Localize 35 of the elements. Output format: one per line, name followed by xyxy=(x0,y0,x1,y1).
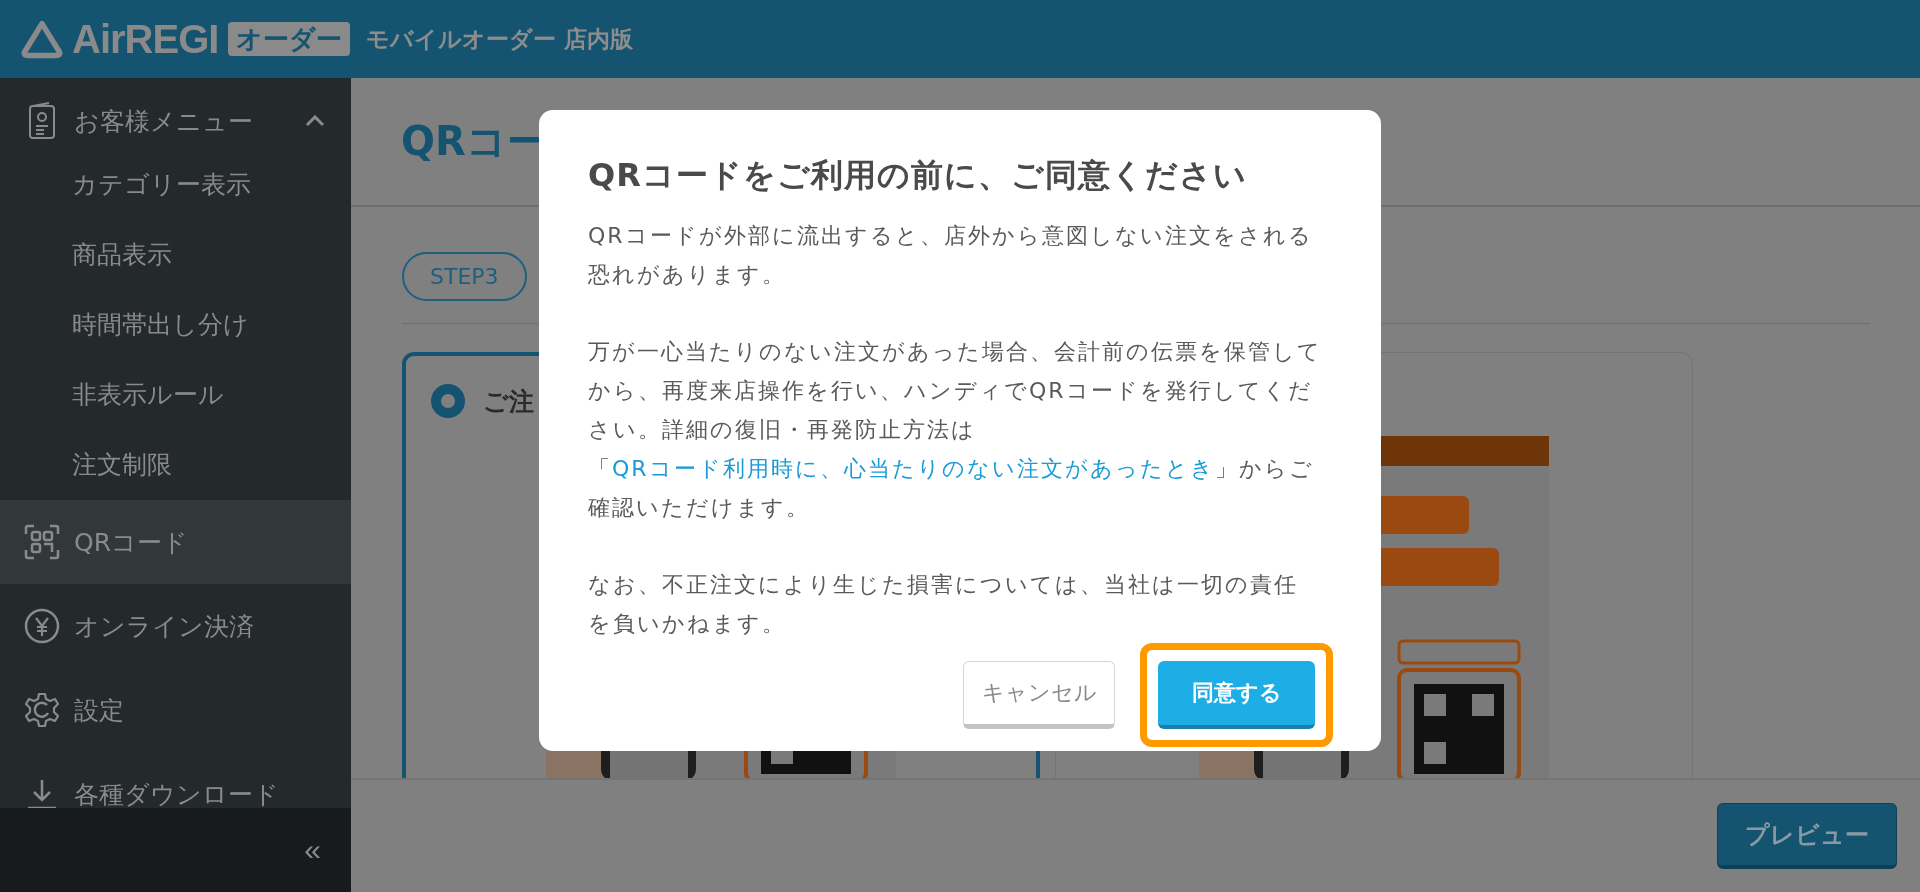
dialog-paragraph: なお、不正注文により生じた損害については、当社は一切の責任を負いかねます。 xyxy=(588,571,1299,638)
sidebar-item-label: お客様メニュー xyxy=(74,105,254,138)
sidebar-subitem[interactable]: 注文制限 xyxy=(0,430,351,500)
help-link[interactable]: QRコード利用時に、心当たりのない注文があったとき xyxy=(612,456,1215,481)
sidebar-item[interactable]: 各種ダウンロード xyxy=(0,752,351,808)
sidebar-subitem[interactable]: カテゴリー表示 xyxy=(0,150,351,220)
sidebar-item[interactable]: QRコード xyxy=(0,500,351,584)
preview-button[interactable]: プレビュー xyxy=(1717,803,1897,869)
option-label: ご注 xyxy=(483,385,534,418)
sidebar-item-label: オンライン決済 xyxy=(74,610,255,643)
sidebar-item-label: 設定 xyxy=(74,694,125,727)
sidebar-subitem[interactable]: 時間帯出し分け xyxy=(0,290,351,360)
dialog-title: QRコードをご利用の前に、ご同意ください xyxy=(588,155,1248,196)
settings-icon xyxy=(24,691,60,729)
step-badge: STEP3 xyxy=(402,252,527,301)
dialog-paragraph: 万が一心当たりのない注文があった場合、会計前の伝票を保管してから、再度来店操作を行い、ハンディでQRコードを発行してください。詳細の復旧・再発防止方法は「QRコード利用時に、心当たりのない注文があったとき」からご確認いただけます。 xyxy=(588,338,1322,522)
sidebar-item[interactable]: 設定 xyxy=(0,668,351,752)
yen-icon xyxy=(24,607,60,645)
cancel-button[interactable]: キャンセル xyxy=(963,661,1115,729)
sidebar-item-label: 各種ダウンロード xyxy=(74,778,280,808)
sidebar-item[interactable]: オンライン決済 xyxy=(0,584,351,668)
sidebar-subitem[interactable]: 商品表示 xyxy=(0,220,351,290)
collapse-button[interactable]: « xyxy=(300,833,325,867)
logo-icon xyxy=(20,19,64,59)
sidebar-item[interactable]: お客様メニュー xyxy=(0,92,351,150)
sidebar-subitem[interactable]: 非表示ルール xyxy=(0,360,351,430)
product-badge: オーダー xyxy=(228,22,351,56)
agree-button[interactable]: 同意する xyxy=(1158,661,1315,729)
radio-button[interactable] xyxy=(431,384,465,418)
sidebar-item-label: QRコード xyxy=(74,526,190,559)
dialog-paragraph: QRコードが外部に流出すると、店外から意図しない注文をされる恐れがあります。 xyxy=(588,222,1314,289)
app-subtitle: モバイルオーダー 店内版 xyxy=(366,24,634,54)
chevron-up-icon[interactable] xyxy=(305,115,325,127)
qr-code-icon xyxy=(24,523,60,561)
logo-text: AirREGI xyxy=(72,16,219,62)
